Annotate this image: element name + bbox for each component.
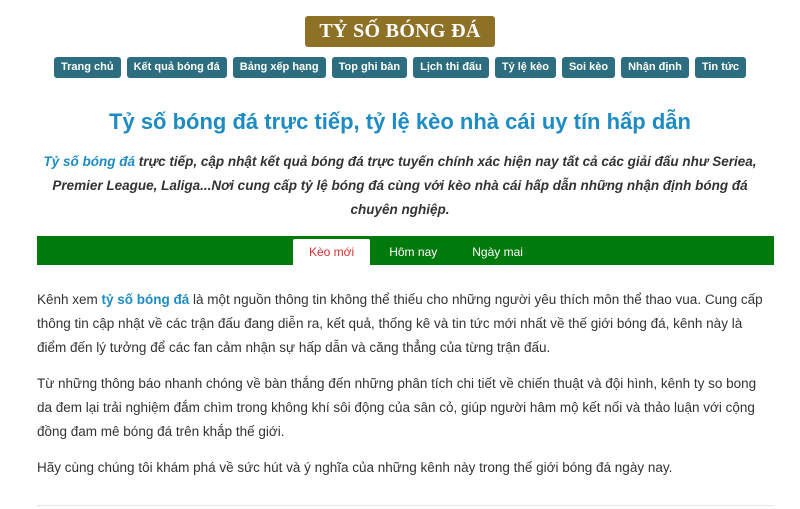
nav-item-standings[interactable]: Bảng xếp hạng [232,57,326,78]
tab-tomorrow[interactable]: Ngày mai [456,239,539,265]
intro-body: trực tiếp, cập nhật kết quả bóng đá trực… [52,154,757,217]
paragraph-1: Kênh xem tỷ số bóng đá là một nguồn thôn… [37,288,767,360]
page-title: Tỷ số bóng đá trực tiếp, tỷ lệ kèo nhà c… [109,109,691,134]
paragraph-3: Hãy cùng chúng tôi khám phá về sức hút v… [37,460,673,475]
nav-item-home[interactable]: Trang chủ [54,57,121,78]
nav-item-tips[interactable]: Soi kèo [561,57,616,78]
odds-tab-bar: Kèo mới Hôm nay Ngày mai [37,236,774,265]
tab-today[interactable]: Hôm nay [373,239,453,265]
nav-item-results[interactable]: Kết quả bóng đá [126,57,227,78]
article-body: Kênh xem tỷ số bóng đá là một nguồn thôn… [37,288,767,492]
paragraph-1-link[interactable]: tỷ số bóng đá [102,292,190,307]
nav-item-predictions[interactable]: Nhận định [621,57,689,78]
intro-text: Tỷ số bóng đá trực tiếp, cập nhật kết qu… [30,150,770,222]
main-nav: Trang chủ Kết quả bóng đá Bảng xếp hạng … [0,57,800,78]
tab-list: Kèo mới Hôm nay Ngày mai [293,239,539,265]
tab-new-odds[interactable]: Kèo mới [293,239,371,265]
nav-item-top-scorers[interactable]: Top ghi bàn [331,57,408,78]
header: TỶ SỐ BÓNG ĐÁ [0,16,800,47]
nav-item-odds[interactable]: Tỷ lệ kèo [494,57,556,78]
paragraph-1-lead: Kênh xem [37,292,102,307]
nav-item-news[interactable]: Tin tức [694,57,746,78]
nav-item-fixtures[interactable]: Lịch thi đấu [413,57,489,78]
intro-link[interactable]: Tỷ số bóng đá [43,154,135,169]
paragraph-2: Từ những thông báo nhanh chóng về bàn th… [37,376,757,439]
divider [37,505,774,506]
site-logo[interactable]: TỶ SỐ BÓNG ĐÁ [305,16,495,47]
